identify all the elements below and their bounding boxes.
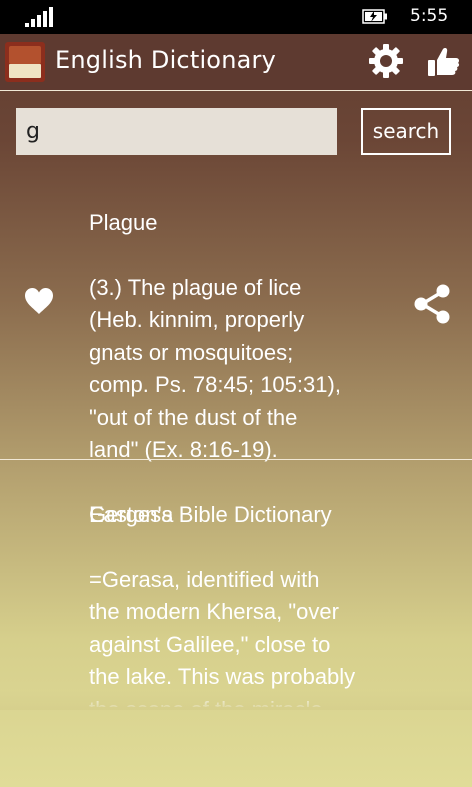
- entry-definition: (3.) The plague of lice (Heb. kinnim, pr…: [89, 274, 341, 463]
- search-button[interactable]: search: [361, 108, 451, 155]
- status-bar: 5:55: [0, 0, 472, 34]
- divider: [0, 90, 472, 91]
- battery-charging-icon: [362, 9, 387, 24]
- entry-word: Plague: [89, 209, 158, 235]
- app-title: English Dictionary: [55, 46, 276, 74]
- scroll-fade: [0, 690, 472, 710]
- search-input[interactable]: [16, 108, 337, 155]
- signal-strength-icon: [25, 7, 55, 27]
- entry-word: Gergesa: [89, 501, 174, 527]
- status-time: 5:55: [410, 6, 449, 26]
- entry-list-viewport: Gergesa =Gerasa, identified with the mod…: [0, 462, 472, 708]
- entry-definition: =Gerasa, identified with the modern Kher…: [89, 566, 356, 708]
- app-bar: English Dictionary: [0, 34, 472, 90]
- heart-icon[interactable]: [23, 285, 55, 317]
- entry-divider: [0, 459, 472, 460]
- share-icon[interactable]: [412, 283, 452, 325]
- gear-icon[interactable]: [367, 42, 405, 80]
- entry-gergesa: Gergesa =Gerasa, identified with the mod…: [89, 466, 389, 708]
- app-logo-icon: [5, 42, 45, 82]
- thumbs-up-icon[interactable]: [425, 44, 461, 80]
